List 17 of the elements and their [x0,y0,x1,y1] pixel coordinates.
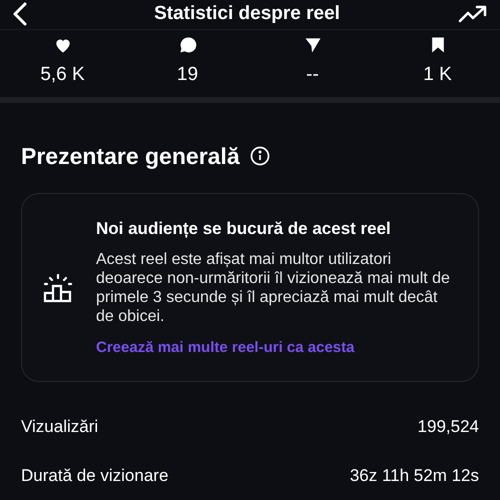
section-title: Prezentare generală [21,142,240,171]
metric-label: Durată de vizionare [21,464,168,487]
metric-value: 199,524 [418,416,479,438]
speech-bubble-icon [178,34,198,54]
create-more-link[interactable]: Creează mai multe reel-uri ca acesta [96,336,464,359]
card-description: Acest reel este afișat mai multor utilizatori deoarece non-urmăritorii îl vizionează mai mult de primele 3 secunde și îl apreciază mai mult decât de obicei. [96,250,451,326]
metric-label: Vizualizări [21,416,98,438]
card-title: Noi audiențe se bucură de acest reel [96,218,392,240]
stat-count: 5,6 K [40,62,85,86]
stat-count: 19 [176,62,198,86]
podium-icon [42,272,74,304]
stat-count: 1 K [423,62,452,86]
stat-count: -- [306,62,319,86]
info-icon[interactable] [250,146,270,166]
metric-value: 36z 11h 52m 12s [350,464,479,487]
trend-up-icon [458,4,488,24]
page-title: Statistici despre reel [154,2,340,26]
